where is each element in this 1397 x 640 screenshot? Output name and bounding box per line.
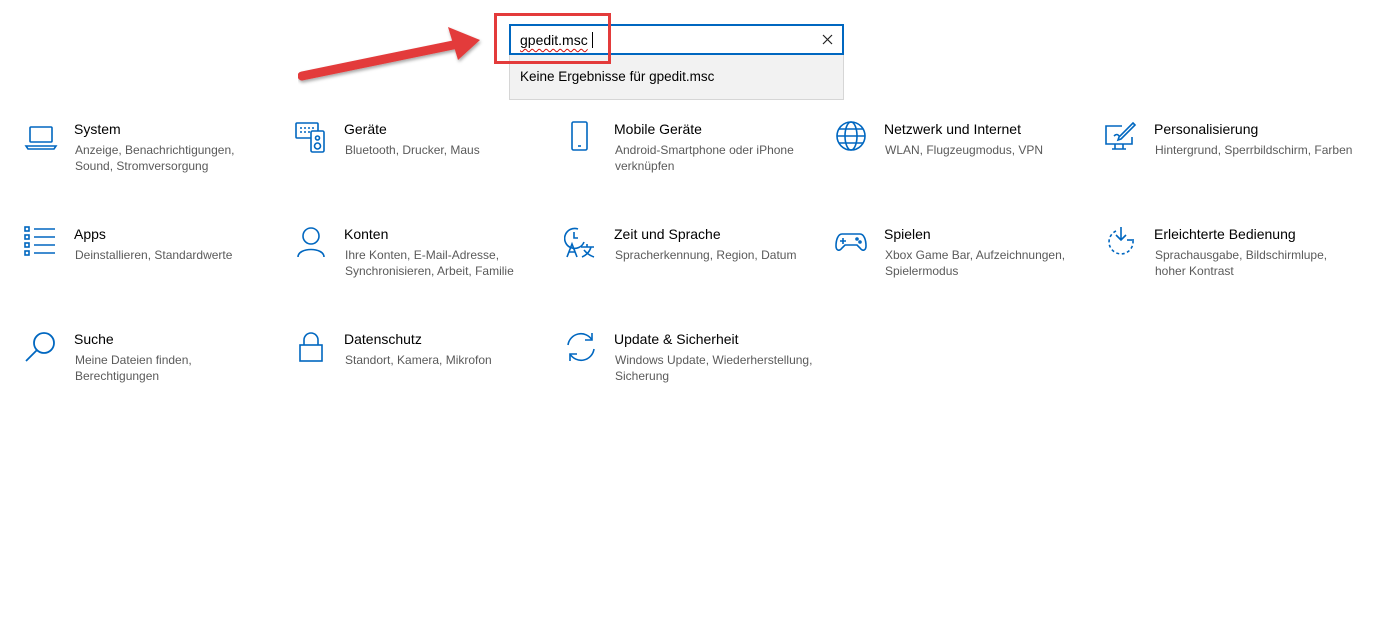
phone-icon xyxy=(564,121,598,155)
lock-icon xyxy=(294,331,328,365)
settings-tile-update-security[interactable]: Update & Sicherheit Windows Update, Wied… xyxy=(564,331,814,411)
annotation-arrow xyxy=(298,27,480,81)
tile-title: Zeit und Sprache xyxy=(614,226,721,242)
tile-description: Standort, Kamera, Mikrofon xyxy=(345,353,492,367)
tile-title: Spielen xyxy=(884,226,931,242)
settings-tile-personalization[interactable]: Personalisierung Hintergrund, Sperrbilds… xyxy=(1104,121,1354,201)
settings-tile-privacy[interactable]: Datenschutz Standort, Kamera, Mikrofon xyxy=(294,331,544,411)
person-icon xyxy=(294,226,328,260)
settings-tile-network[interactable]: Netzwerk und Internet WLAN, Flugzeugmodu… xyxy=(834,121,1084,201)
close-icon xyxy=(822,34,832,44)
paint-monitor-icon xyxy=(1104,121,1138,155)
laptop-icon xyxy=(24,121,58,155)
tile-title: Update & Sicherheit xyxy=(614,331,739,347)
settings-tile-accounts[interactable]: Konten Ihre Konten, E-Mail-Adresse, Sync… xyxy=(294,226,544,306)
tile-title: Mobile Geräte xyxy=(614,121,702,137)
tile-description: Xbox Game Bar, Aufzeichnungen, Spielermo… xyxy=(885,248,1066,278)
sync-icon xyxy=(564,331,598,365)
settings-tile-time-language[interactable]: Zeit und Sprache Spracherkennung, Region… xyxy=(563,226,814,306)
tile-title: Netzwerk und Internet xyxy=(884,121,1021,137)
tile-description: Meine Dateien finden, Berechtigungen xyxy=(75,353,192,383)
tile-title: Apps xyxy=(74,226,106,242)
settings-tile-mobile-devices[interactable]: Mobile Geräte Android-Smartphone oder iP… xyxy=(564,121,814,201)
search-icon xyxy=(24,331,58,365)
annotation-highlight-box xyxy=(494,13,611,64)
tile-description: Hintergrund, Sperrbildschirm, Farben xyxy=(1155,143,1353,157)
apps-list-icon xyxy=(24,226,58,260)
tile-description: Android-Smartphone oder iPhone verknüpfe… xyxy=(615,143,794,173)
settings-tile-system[interactable]: System Anzeige, Benachrichtigungen, Soun… xyxy=(24,121,274,201)
gamepad-icon xyxy=(834,226,868,260)
tile-title: Erleichterte Bedienung xyxy=(1154,226,1296,242)
settings-tile-search[interactable]: Suche Meine Dateien finden, Berechtigung… xyxy=(24,331,274,411)
devices-icon xyxy=(294,121,328,155)
settings-tile-devices[interactable]: Geräte Bluetooth, Drucker, Maus xyxy=(294,121,544,201)
no-results-text: Keine Ergebnisse für gpedit.msc xyxy=(520,69,715,84)
tile-description: Windows Update, Wiederherstellung, Siche… xyxy=(615,353,813,383)
tile-description: Ihre Konten, E-Mail-Adresse, Synchronisi… xyxy=(345,248,514,278)
tile-title: Personalisierung xyxy=(1154,121,1259,137)
tile-description: Sprachausgabe, Bildschirmlupe, hoher Kon… xyxy=(1155,248,1328,278)
settings-tile-apps[interactable]: Apps Deinstallieren, Standardwerte xyxy=(24,226,274,306)
settings-tile-gaming[interactable]: Spielen Xbox Game Bar, Aufzeichnungen, S… xyxy=(834,226,1084,306)
tile-description: Anzeige, Benachrichtigungen, Sound, Stro… xyxy=(75,143,235,173)
tile-description: Deinstallieren, Standardwerte xyxy=(75,248,233,262)
tile-title: Suche xyxy=(74,331,114,347)
tile-title: Konten xyxy=(344,226,389,242)
tile-description: Spracherkennung, Region, Datum xyxy=(615,248,797,262)
ease-of-access-icon xyxy=(1104,226,1138,260)
clear-search-button[interactable] xyxy=(818,30,836,48)
tile-description: Bluetooth, Drucker, Maus xyxy=(345,143,480,157)
tile-title: Geräte xyxy=(344,121,387,137)
globe-icon xyxy=(834,121,868,155)
tile-title: System xyxy=(74,121,121,137)
tile-description: WLAN, Flugzeugmodus, VPN xyxy=(885,143,1044,157)
time-language-icon xyxy=(563,226,598,260)
settings-tile-ease-of-access[interactable]: Erleichterte Bedienung Sprachausgabe, Bi… xyxy=(1104,226,1354,306)
tile-title: Datenschutz xyxy=(344,331,422,347)
